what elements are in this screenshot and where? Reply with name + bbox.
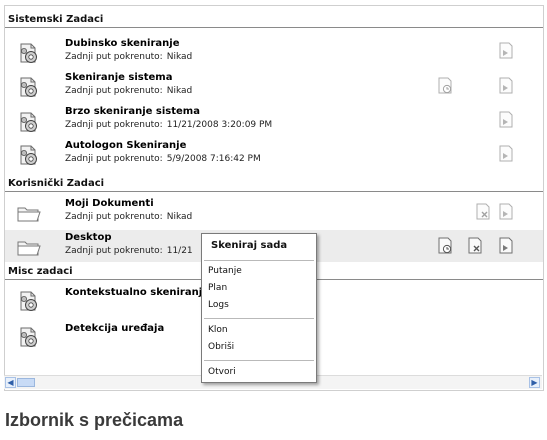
task-row[interactable]: Skeniranje sistema Zadnji put pokrenuto:… bbox=[5, 70, 543, 102]
gear-document-icon bbox=[17, 76, 39, 98]
task-row[interactable]: Brzo skeniranje sistema Zadnji put pokre… bbox=[5, 104, 543, 136]
schedule-clock-icon[interactable] bbox=[437, 237, 453, 254]
run-task-icon[interactable] bbox=[498, 237, 514, 254]
task-last-run: Zadnji put pokrenuto: Nikad bbox=[65, 86, 193, 96]
task-name: Moji Dokumenti bbox=[65, 198, 154, 209]
menu-item-clone[interactable]: Klon bbox=[208, 325, 228, 335]
run-task-icon[interactable] bbox=[498, 203, 514, 220]
task-last-run: Zadnji put pokrenuto: 5/9/2008 7:16:42 PM bbox=[65, 154, 261, 164]
menu-item-scan-now[interactable]: Skeniraj sada bbox=[211, 240, 287, 251]
menu-item-delete[interactable]: Obriši bbox=[208, 342, 234, 352]
gear-document-icon bbox=[17, 42, 39, 64]
menu-separator bbox=[204, 318, 314, 319]
gear-document-icon bbox=[17, 290, 39, 312]
run-task-icon[interactable] bbox=[498, 145, 514, 162]
section-header-system: Sistemski Zadaci bbox=[5, 12, 543, 28]
task-last-run: Zadnji put pokrenuto: Nikad bbox=[65, 212, 193, 222]
section-header-user: Korisnički Zadaci bbox=[5, 176, 543, 192]
task-last-run: Zadnji put pokrenuto: 11/21 bbox=[65, 246, 193, 256]
task-name: Desktop bbox=[65, 232, 112, 243]
menu-item-paths[interactable]: Putanje bbox=[208, 266, 242, 276]
delete-task-icon[interactable] bbox=[475, 203, 491, 220]
run-task-icon[interactable] bbox=[498, 42, 514, 59]
scroll-thumb[interactable] bbox=[17, 378, 35, 387]
gear-document-icon bbox=[17, 144, 39, 166]
context-menu: Skeniraj sada Putanje Plan Logs Klon Obr… bbox=[201, 233, 317, 383]
scroll-right-arrow-icon[interactable]: ▶ bbox=[529, 377, 540, 388]
menu-item-logs[interactable]: Logs bbox=[208, 300, 229, 310]
task-name: Brzo skeniranje sistema bbox=[65, 106, 200, 117]
task-name: Autologon Skeniranje bbox=[65, 140, 187, 151]
task-row[interactable]: Moji Dokumenti Zadnji put pokrenuto: Nika… bbox=[5, 196, 543, 228]
menu-item-plan[interactable]: Plan bbox=[208, 283, 227, 293]
gear-document-icon bbox=[17, 111, 39, 133]
delete-task-icon[interactable] bbox=[467, 237, 483, 254]
run-task-icon[interactable] bbox=[498, 111, 514, 128]
task-name: Detekcija uređaja bbox=[65, 323, 165, 334]
task-last-run: Zadnji put pokrenuto: 11/21/2008 3:20:09 … bbox=[65, 120, 273, 130]
run-task-icon[interactable] bbox=[498, 77, 514, 94]
task-row[interactable]: Autologon Skeniranje Zadnji put pokrenut… bbox=[5, 138, 543, 170]
menu-item-open[interactable]: Otvori bbox=[208, 367, 236, 377]
menu-separator bbox=[204, 260, 314, 261]
task-name: Kontekstualno skeniranje bbox=[65, 287, 209, 298]
task-name: Dubinsko skeniranje bbox=[65, 38, 180, 49]
folder-icon bbox=[16, 236, 42, 258]
scroll-left-arrow-icon[interactable]: ◀ bbox=[5, 377, 16, 388]
task-last-run: Zadnji put pokrenuto: Nikad bbox=[65, 52, 193, 62]
schedule-clock-icon[interactable] bbox=[437, 77, 453, 94]
task-row[interactable]: Dubinsko skeniranje Zadnji put pokrenuto… bbox=[5, 36, 543, 68]
task-name: Skeniranje sistema bbox=[65, 72, 173, 83]
gear-document-icon bbox=[17, 326, 39, 348]
menu-separator bbox=[204, 360, 314, 361]
page-caption: Izbornik s prečicama bbox=[5, 410, 184, 430]
folder-icon bbox=[16, 202, 42, 224]
